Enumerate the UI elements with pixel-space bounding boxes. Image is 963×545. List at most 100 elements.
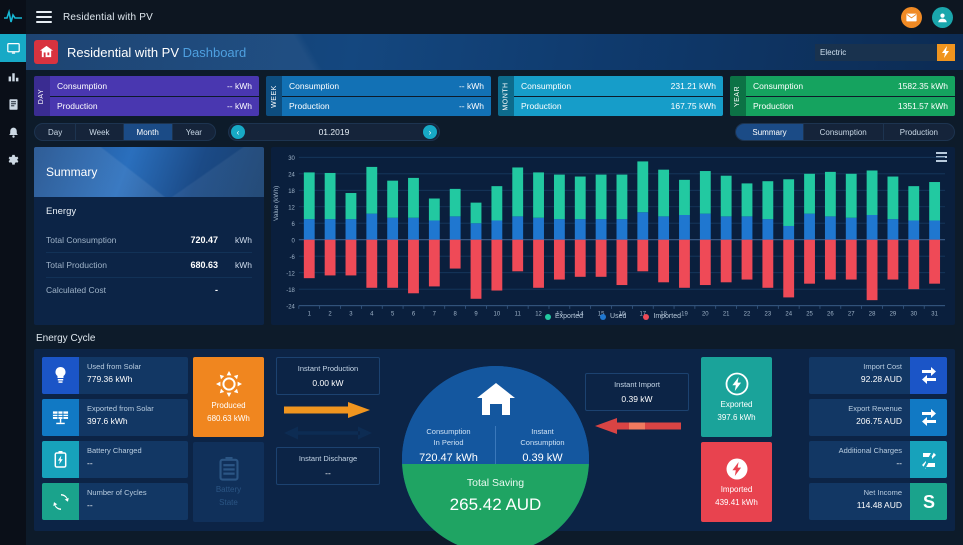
production-flow-column: Instant Production 0.00 kW Instant Disch… (276, 357, 380, 485)
home-icon (476, 383, 515, 415)
value: 1582.35 kWh (897, 80, 948, 91)
tile-label: Exported (720, 400, 753, 409)
period-card-day[interactable]: DAY Consumption -- kWh Production -- kWh (34, 76, 259, 116)
hamburger-icon[interactable] (36, 11, 52, 23)
lightning-bolt-icon[interactable] (937, 43, 955, 61)
legend-exported: Exported (545, 313, 583, 320)
currency-exchange-icon (910, 357, 947, 394)
svg-text:6: 6 (292, 221, 296, 228)
user-avatar-icon[interactable] (932, 6, 953, 28)
chevron-right-icon[interactable]: › (422, 125, 437, 139)
sidebar-item-analytics[interactable] (0, 62, 26, 90)
legend-used: Used (600, 313, 626, 320)
sidebar-item-notifications[interactable] (0, 118, 26, 146)
period-card-month[interactable]: MONTH Consumption 231.21 kWh Production … (498, 76, 723, 116)
instant-consumption: Instant Consumption 0.39 kW (496, 426, 589, 464)
sidebar-item-settings[interactable] (0, 146, 26, 174)
panels-row: Summary Energy Total Consumption 720.47 … (34, 147, 955, 325)
currency-exchange-icon (910, 399, 947, 436)
tile-import-cost[interactable]: Import Cost 92.28 AUD (809, 357, 947, 394)
tile-export-revenue[interactable]: Export Revenue 206.75 AUD (809, 399, 947, 436)
chart-legend: Exported Used Imported (271, 313, 955, 320)
lightbulb-icon (42, 357, 79, 394)
tile-value: -- (87, 500, 93, 510)
tile-battery-charged[interactable]: Battery Charged -- (42, 441, 188, 478)
topbar-title: Residential with PV (63, 11, 153, 23)
label: Production (521, 101, 562, 112)
tab-week[interactable]: Week (76, 124, 124, 140)
view-tabs: Summary Consumption Production (735, 123, 955, 141)
label: Production (57, 101, 98, 112)
chevron-left-icon[interactable]: ‹ (230, 125, 245, 139)
bolt-circle-icon (726, 458, 747, 480)
sidebar-item-dashboard[interactable] (0, 34, 26, 62)
battery-charge-icon (42, 441, 79, 478)
label: Import Cost (863, 362, 902, 371)
date-label: 01.2019 (318, 127, 350, 137)
period-row-consumption: Consumption 1582.35 kWh (746, 76, 955, 96)
value: -- kWh (458, 101, 484, 112)
tile-exported[interactable]: Exported 397.6 kWh (701, 357, 772, 437)
svg-text:18: 18 (288, 188, 295, 195)
svg-text:24: 24 (288, 171, 295, 178)
label: Instant Production (297, 364, 359, 373)
range-tabs: Day Week Month Year (34, 123, 216, 141)
tile-value: 779.36 kWh (87, 374, 133, 384)
electric-selector (815, 43, 955, 61)
period-row-production: Production -- kWh (50, 96, 259, 116)
tab-consumption[interactable]: Consumption (804, 124, 884, 140)
tile-net-income[interactable]: Net Income 114.48 AUD S (809, 483, 947, 520)
tile-value: 680.63 kWh (207, 414, 250, 423)
tile-used-from-solar[interactable]: Used from Solar 779.36 kWh (42, 357, 188, 394)
tile-value: 397.6 kWh (717, 413, 756, 422)
value: -- (325, 468, 331, 478)
chart-plot-area: 30 24 18 12 6 0 -6 -12 -18 -24 1 2 3 4 5 6 7 8 9 10 11 12 13 14… (271, 153, 951, 325)
period-row-production: Production -- kWh (282, 96, 491, 116)
electric-input[interactable] (815, 43, 937, 61)
tile-battery[interactable]: Battery State (193, 442, 264, 522)
page-title-sub: Dashboard (182, 44, 247, 60)
value: 231.21 kWh (670, 80, 716, 91)
tile-imported[interactable]: Imported 439.41 kWh (701, 442, 772, 522)
import-flow-column: Instant Import 0.39 kW (585, 357, 689, 435)
tile-value: State (219, 498, 238, 507)
tab-summary[interactable]: Summary (736, 124, 804, 140)
tab-production[interactable]: Production (884, 124, 954, 140)
circle-top-section: Consumption In Period 720.47 kWh Instant… (402, 366, 589, 464)
app-logo-icon (0, 0, 26, 34)
tile-additional-charges[interactable]: Additional Charges -- (809, 441, 947, 478)
label: Consumption (753, 80, 804, 91)
value: 720.47 (190, 235, 218, 245)
legend-imported: Imported (643, 313, 681, 320)
period-card-year[interactable]: YEAR Consumption 1582.35 kWh Production … (730, 76, 955, 116)
tab-day[interactable]: Day (35, 124, 77, 140)
period-row-consumption: Consumption -- kWh (50, 76, 259, 96)
legend-dot-icon (545, 313, 551, 320)
home-consumption-circle: Consumption In Period 720.47 kWh Instant… (402, 366, 589, 545)
chart-svg: 3024181260-6-12-18-241 2 3 4 5 6 7 8 9 10 11 12 13 14… (286, 155, 946, 317)
value: 114.48 AUD (856, 500, 902, 510)
label: Consumption (289, 80, 340, 91)
svg-text:S: S (922, 492, 934, 511)
svg-text:-24: -24 (286, 303, 295, 310)
page-title: Residential with PV Dashboard (67, 45, 246, 60)
tile-label: Number of Cycles (87, 488, 147, 497)
mail-icon[interactable] (901, 6, 922, 28)
topbar-actions (901, 6, 953, 28)
summary-section-title: Energy (46, 206, 77, 217)
tile-label: Battery (215, 485, 242, 494)
tile-produced[interactable]: Produced 680.63 kWh (193, 357, 264, 437)
tab-year[interactable]: Year (173, 124, 215, 140)
label: Consumption (521, 80, 572, 91)
sidebar-item-reports[interactable] (0, 90, 26, 118)
tab-month[interactable]: Month (123, 124, 173, 140)
summary-row-calculated-cost: Calculated Cost - (46, 278, 252, 302)
period-tab-label: YEAR (730, 76, 746, 116)
svg-text:30: 30 (288, 155, 295, 162)
tile-number-of-cycles[interactable]: Number of Cycles -- (42, 483, 188, 520)
top-bar: Residential with PV (26, 0, 963, 34)
period-card-week[interactable]: WEEK Consumption -- kWh Production -- kW… (266, 76, 491, 116)
battery-flow-arrow-icon (284, 426, 372, 440)
unit: kWh (235, 260, 252, 270)
tile-exported-from-solar[interactable]: Exported from Solar 397.6 kWh (42, 399, 188, 436)
